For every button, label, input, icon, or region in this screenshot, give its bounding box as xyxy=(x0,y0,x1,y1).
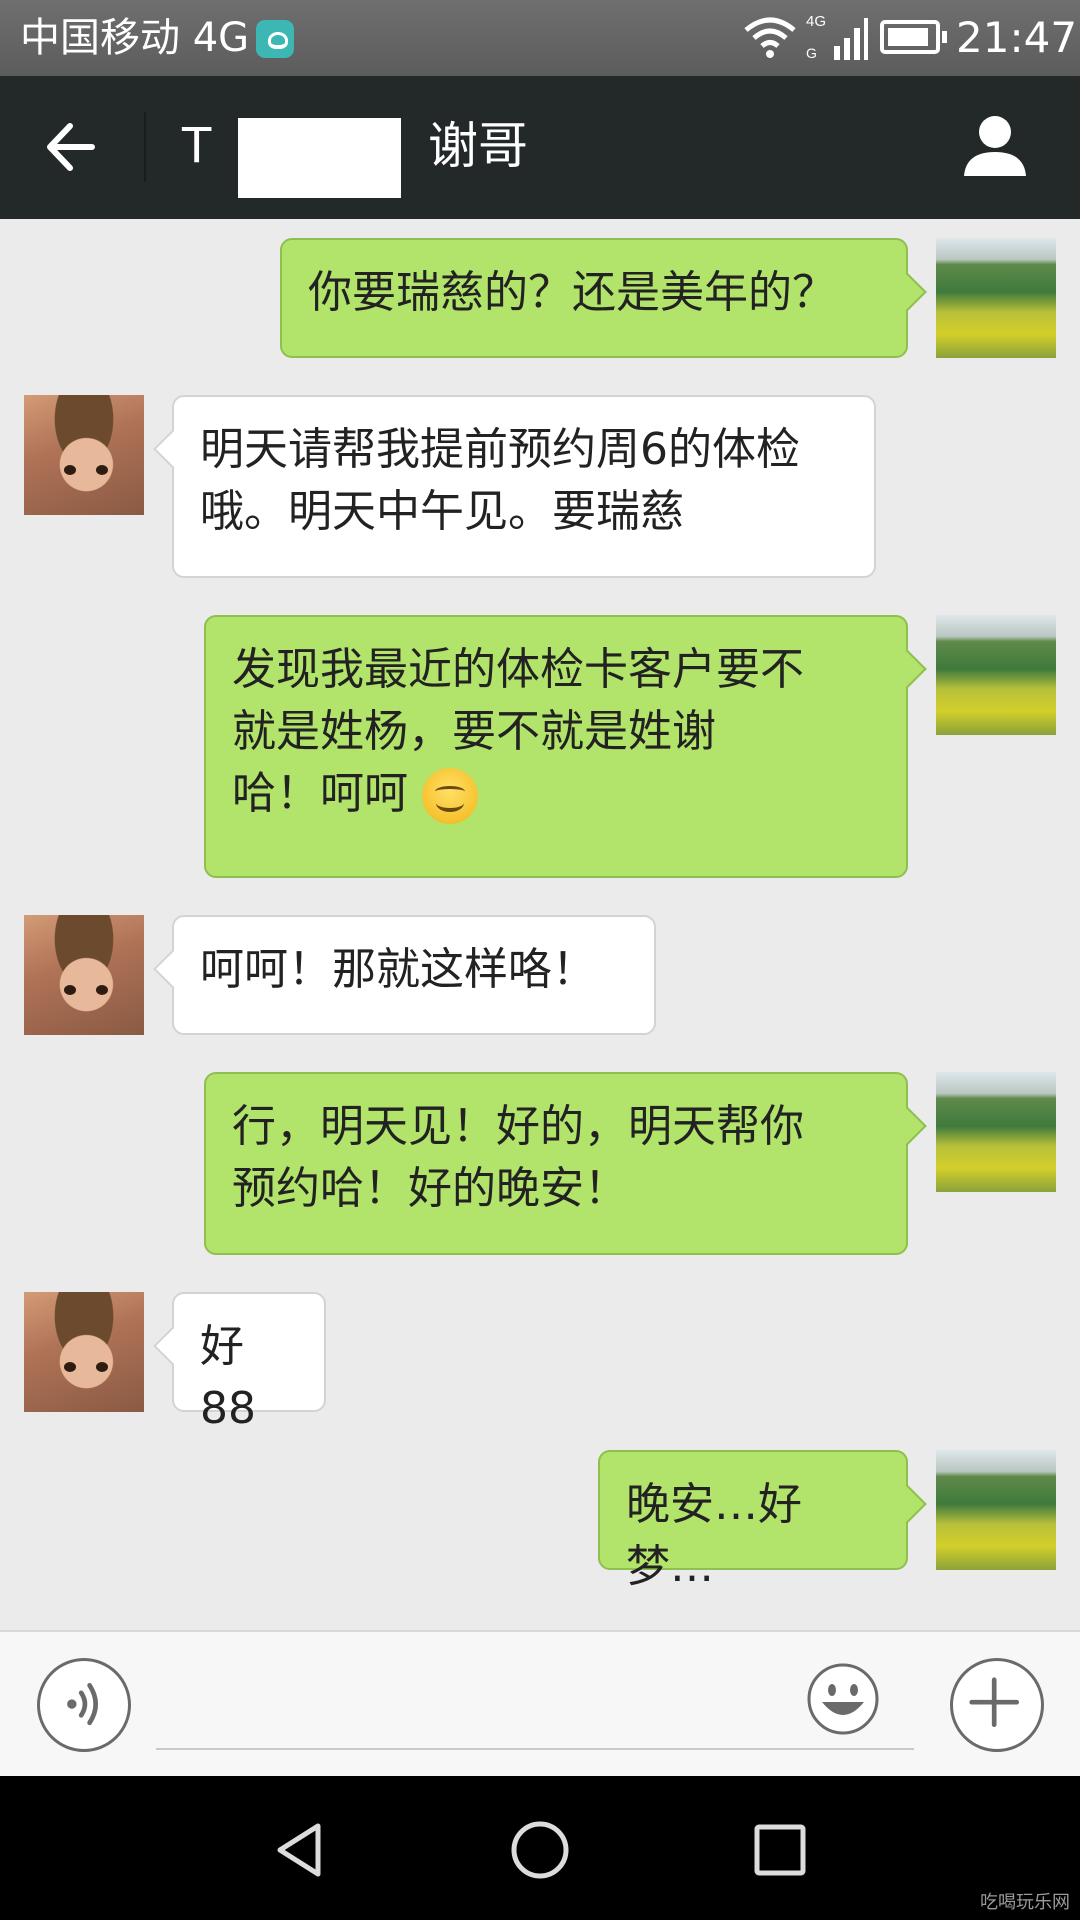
message-bubble-outgoing[interactable]: 行，明天见！好的，明天帮你 预约哈！好的晚安！ xyxy=(204,1072,908,1255)
message-bubble-outgoing[interactable]: 你要瑞慈的？还是美年的？ xyxy=(280,238,908,358)
system-nav-bar: 吃喝玩乐网 xyxy=(0,1776,1080,1920)
battery-icon xyxy=(880,20,947,54)
input-bar xyxy=(0,1630,1080,1776)
redaction-box xyxy=(238,118,401,198)
message-text: 发现我最近的体检卡客户要不 就是姓杨，要不就是姓谢 哈！呵呵 xyxy=(232,639,880,825)
message-text: 呵呵！那就这样咯！ xyxy=(200,944,596,995)
avatar-contact[interactable] xyxy=(24,915,144,1035)
wifi-icon xyxy=(744,17,796,58)
emoji-icon[interactable] xyxy=(806,1662,880,1736)
message-text: 你要瑞慈的？还是美年的？ xyxy=(308,267,836,318)
chat-title-prefix: T xyxy=(182,118,212,174)
nav-home-icon[interactable] xyxy=(510,1820,570,1880)
message-text: 好88 xyxy=(200,1321,256,1434)
chat-title: 谢哥 xyxy=(428,117,528,175)
carrier-label: 中国移动 4G xyxy=(20,15,250,61)
avatar-contact[interactable] xyxy=(24,1292,144,1412)
chat-header: T 谢哥 xyxy=(0,76,1080,219)
nav-recents-icon[interactable] xyxy=(750,1820,810,1880)
back-arrow-icon xyxy=(47,123,95,171)
watermark: 吃喝玩乐网 xyxy=(980,1892,1070,1913)
message-text: 明天请帮我提前预约周6的体检 哦。明天中午见。要瑞慈 xyxy=(200,424,800,537)
message-input[interactable] xyxy=(156,1652,914,1750)
network-badge: 4G xyxy=(806,13,826,30)
svg-text:G: G xyxy=(806,45,817,61)
plus-icon xyxy=(969,1677,1019,1727)
avatar-self[interactable] xyxy=(936,615,1056,735)
message-bubble-outgoing[interactable]: 发现我最近的体检卡客户要不 就是姓杨，要不就是姓谢 哈！呵呵 xyxy=(204,615,908,878)
message-bubble-incoming[interactable]: 呵呵！那就这样咯！ xyxy=(172,915,656,1035)
signal-icon: 4G G xyxy=(806,13,868,61)
plus-button[interactable] xyxy=(950,1658,1044,1752)
message-bubble-outgoing[interactable]: 晚安…好梦… xyxy=(598,1450,908,1592)
clock: 21:47 xyxy=(956,13,1078,62)
avatar-self[interactable] xyxy=(936,1072,1056,1192)
voice-button[interactable] xyxy=(37,1658,131,1752)
header-divider xyxy=(144,112,146,182)
avatar-contact[interactable] xyxy=(24,395,144,515)
nav-back-icon[interactable] xyxy=(270,1820,330,1880)
message-bubble-incoming[interactable]: 好88 xyxy=(172,1292,326,1434)
smiley-emoji-icon xyxy=(422,768,478,824)
status-bar: 中国移动 4G 4G G 21:47 xyxy=(0,0,1080,76)
back-button[interactable] xyxy=(40,112,104,182)
message-text: 行，明天见！好的，明天帮你 预约哈！好的晚安！ xyxy=(232,1101,804,1214)
profile-icon[interactable] xyxy=(962,112,1028,178)
message-text-body: 发现我最近的体检卡客户要不 就是姓杨，要不就是姓谢 哈！呵呵 xyxy=(232,644,804,819)
avatar-self[interactable] xyxy=(936,238,1056,358)
message-text: 晚安…好梦… xyxy=(626,1479,802,1592)
message-bubble-incoming[interactable]: 明天请帮我提前预约周6的体检 哦。明天中午见。要瑞慈 xyxy=(172,395,876,578)
huawei-icon xyxy=(256,20,294,58)
avatar-self[interactable] xyxy=(936,1450,1056,1570)
voice-icon xyxy=(67,1683,99,1726)
